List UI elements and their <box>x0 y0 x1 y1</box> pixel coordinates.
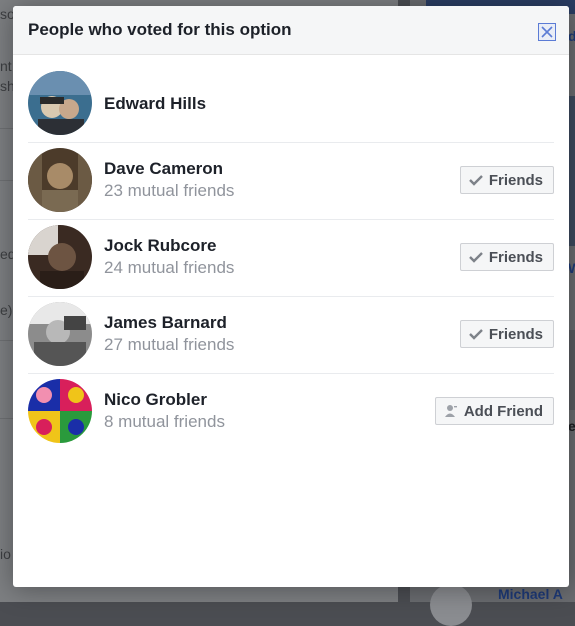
avatar[interactable] <box>28 225 92 289</box>
background-text: nt <box>0 58 12 74</box>
mutual-friends-count[interactable]: 23 mutual friends <box>104 181 234 201</box>
list-item: James Barnard 27 mutual friends Friends <box>28 297 554 374</box>
friends-button[interactable]: Friends <box>459 243 554 271</box>
background-avatar <box>430 584 472 626</box>
voter-name[interactable]: Nico Grobler <box>104 390 207 410</box>
voter-list: Edward Hills Dave Cameron 23 mutual frie… <box>28 66 554 450</box>
avatar[interactable] <box>28 71 92 135</box>
voter-name[interactable]: Edward Hills <box>104 94 206 114</box>
avatar[interactable] <box>28 148 92 212</box>
voter-name[interactable]: Dave Cameron <box>104 159 223 179</box>
list-item: Edward Hills <box>28 66 554 143</box>
mutual-friends-count[interactable]: 8 mutual friends <box>104 412 225 432</box>
friends-button[interactable]: Friends <box>459 320 554 348</box>
voter-name[interactable]: Jock Rubcore <box>104 236 216 256</box>
avatar[interactable] <box>28 379 92 443</box>
add-friend-button-label: Add Friend <box>463 402 543 420</box>
list-item: Nico Grobler 8 mutual friends Add Friend <box>28 374 554 450</box>
mutual-friends-count[interactable]: 27 mutual friends <box>104 335 234 355</box>
friends-button-label: Friends <box>488 248 543 266</box>
list-item: Jock Rubcore 24 mutual friends Friends <box>28 220 554 297</box>
list-item: Dave Cameron 23 mutual friends Friends <box>28 143 554 220</box>
voters-dialog: People who voted for this option Edward … <box>13 6 569 587</box>
close-icon <box>541 26 553 38</box>
mutual-friends-count[interactable]: 24 mutual friends <box>104 258 234 278</box>
friends-button[interactable]: Friends <box>459 166 554 194</box>
background-label: Michael A <box>498 586 563 602</box>
avatar[interactable] <box>28 302 92 366</box>
background-label: d <box>568 28 575 44</box>
friends-button-label: Friends <box>488 325 543 343</box>
background-text: io <box>0 546 11 562</box>
add-friend-button[interactable]: Add Friend <box>434 397 554 425</box>
voter-name[interactable]: James Barnard <box>104 313 227 333</box>
friends-button-label: Friends <box>488 171 543 189</box>
dialog-header: People who voted for this option <box>13 6 569 55</box>
checkmark-icon <box>468 328 483 340</box>
checkmark-icon <box>468 251 483 263</box>
close-button[interactable] <box>538 23 556 41</box>
add-friend-icon <box>444 404 458 418</box>
dialog-title: People who voted for this option <box>28 20 292 39</box>
checkmark-icon <box>468 174 483 186</box>
background-label: e <box>568 418 575 434</box>
background-label: W <box>568 260 575 276</box>
background-text: e) <box>0 302 13 318</box>
